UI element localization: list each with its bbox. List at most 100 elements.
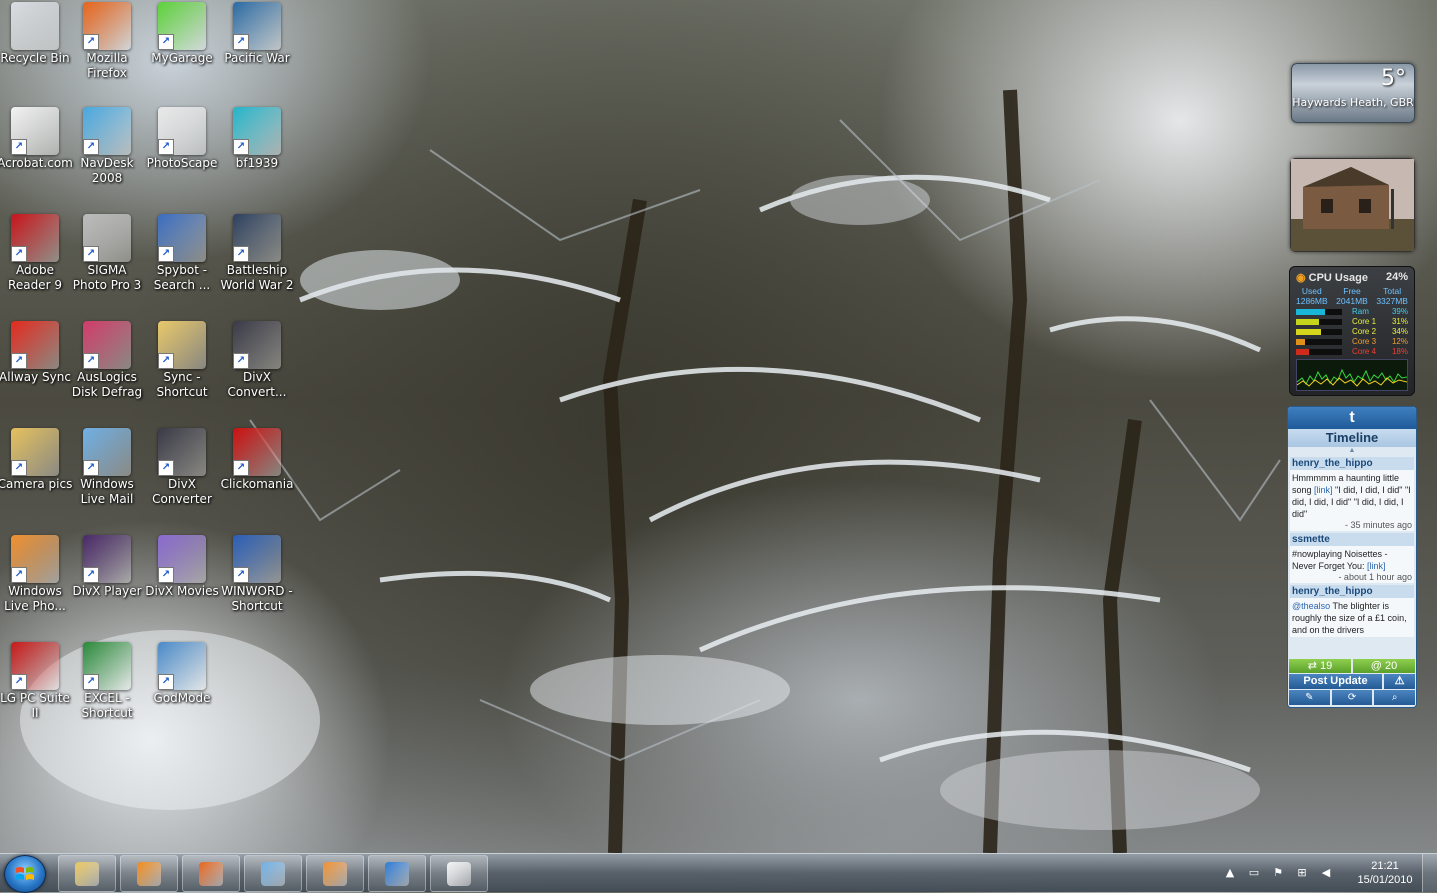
post-update-button[interactable]: Post Update bbox=[1289, 674, 1382, 689]
network-icon[interactable]: ⊞ bbox=[1295, 866, 1309, 880]
desktop-icon-disk-defrag[interactable]: ↗ AusLogics Disk Defrag bbox=[69, 319, 145, 400]
desktop-icon-battleship[interactable]: ↗ Pacific War bbox=[219, 0, 295, 66]
cpu-usage-gadget[interactable]: ◉ CPU Usage 24% Used 1286MB Free 2041MB To… bbox=[1289, 266, 1415, 396]
soldier-portrait-icon: ↗ bbox=[233, 107, 281, 155]
show-desktop-button[interactable] bbox=[1422, 854, 1437, 892]
desktop-icon-label: GodMode bbox=[153, 691, 211, 705]
desktop-icon-divx-converter[interactable]: ↗ DivX Converter bbox=[144, 426, 220, 507]
media-player-icon bbox=[137, 862, 161, 886]
desktop-icon-clickomania[interactable]: ↗ Clickomania bbox=[219, 426, 295, 492]
cpu-row-value: 34% bbox=[1391, 327, 1408, 336]
desktop-icon-folder[interactable]: ↗ Sync - Shortcut bbox=[144, 319, 220, 400]
lg-phone-icon: ↗ bbox=[11, 642, 59, 690]
desktop-icon-acrobat[interactable]: ↗ Acrobat.com bbox=[0, 105, 73, 171]
tweet-link[interactable]: [link] bbox=[1314, 485, 1333, 495]
reply-icon[interactable]: ✎ bbox=[1289, 690, 1330, 705]
shortcut-arrow-icon: ↗ bbox=[233, 353, 249, 369]
desktop-icon-lg-phone[interactable]: ↗ LG PC Suite II bbox=[0, 640, 73, 721]
taskbar-button-windows-live-mail[interactable] bbox=[244, 855, 302, 892]
admiral-portrait-icon: ↗ bbox=[233, 214, 281, 262]
system-tray: ▲ ▭ ⚑ ⊞ ◀ 21:21 15/01/2010 bbox=[1217, 854, 1437, 892]
scroll-up-icon[interactable]: ▲ bbox=[1288, 447, 1416, 455]
cpu-row-ram: Ram 39% bbox=[1296, 307, 1408, 317]
desktop-icon-spybot[interactable]: ↗ Spybot - Search ... bbox=[144, 212, 220, 293]
windows-logo-icon bbox=[16, 867, 34, 880]
slideshow-barn-photo bbox=[1291, 159, 1414, 251]
taskbar-button-explorer[interactable] bbox=[58, 855, 116, 892]
taskbar-button-internet-explorer[interactable] bbox=[368, 855, 426, 892]
cpu-row-core-3: Core 3 12% bbox=[1296, 337, 1408, 347]
tweet-username[interactable]: henry_the_hippo bbox=[1290, 457, 1414, 470]
cpu-row-value: 39% bbox=[1391, 307, 1408, 316]
taskbar-button-solitaire[interactable] bbox=[430, 855, 488, 892]
desktop-icon-play[interactable]: ↗ DivX Player bbox=[69, 533, 145, 599]
desktop-icon-mail[interactable]: ↗ Windows Live Mail bbox=[69, 426, 145, 507]
desktop-icon-label: Battleship World War 2 bbox=[220, 263, 294, 292]
desktop-icon-divx-movies[interactable]: ↗ DivX Movies bbox=[144, 533, 220, 599]
divx-movies-icon: ↗ bbox=[158, 535, 206, 583]
shortcut-arrow-icon: ↗ bbox=[233, 460, 249, 476]
clickomania-icon: ↗ bbox=[233, 428, 281, 476]
tweet-link[interactable]: [link] bbox=[1367, 561, 1386, 571]
tweet-item[interactable]: henry_the_hippo Hmmmmm a haunting little … bbox=[1290, 457, 1414, 531]
desktop-icon-folder[interactable]: ↗ Camera pics bbox=[0, 426, 73, 492]
desktop-icon-navdesk[interactable]: ↗ NavDesk 2008 bbox=[69, 105, 145, 186]
shortcut-arrow-icon: ↗ bbox=[233, 246, 249, 262]
taskbar-button-firefox[interactable] bbox=[182, 855, 240, 892]
twitter-gadget[interactable]: t Timeline ▲ henry_the_hippo Hmmmmm a hau… bbox=[1287, 406, 1417, 708]
clock-date: 15/01/2010 bbox=[1357, 874, 1413, 886]
navdesk-icon: ↗ bbox=[83, 107, 131, 155]
network-adapter-icon[interactable]: ▭ bbox=[1247, 866, 1261, 880]
desktop-icon-label: DivX Movies bbox=[145, 584, 219, 598]
desktop-icon-divx-converter[interactable]: ↗ DivX Convert... bbox=[219, 319, 295, 400]
start-button[interactable] bbox=[4, 855, 46, 893]
twitter-logo-icon: t bbox=[1288, 407, 1416, 429]
desktop-icon-soldier-portrait[interactable]: ↗ bf1939 bbox=[219, 105, 295, 171]
desktop-icon-photoscape[interactable]: ↗ PhotoScape bbox=[144, 105, 220, 171]
mentions-count-button[interactable]: @ 20 bbox=[1353, 659, 1415, 673]
usage-bar-fill bbox=[1296, 339, 1305, 345]
cpu-total-percent: 24% bbox=[1385, 271, 1408, 283]
retweet-count-button[interactable]: ⇄ 19 bbox=[1289, 659, 1351, 673]
usage-bar bbox=[1296, 309, 1342, 315]
shortcut-arrow-icon: ↗ bbox=[83, 674, 99, 690]
internet-explorer-icon bbox=[385, 862, 409, 886]
tweet-username[interactable]: henry_the_hippo bbox=[1290, 585, 1414, 598]
desktop-icon-firefox[interactable]: ↗ Mozilla Firefox bbox=[69, 0, 145, 81]
weather-gadget[interactable]: 5° Haywards Heath, GBR bbox=[1291, 63, 1415, 123]
tweet-item[interactable]: ssmette #nowplaying Noisettes - Never For… bbox=[1290, 533, 1414, 583]
desktop-icon-recycle-bin[interactable]: Recycle Bin bbox=[0, 0, 73, 66]
clock[interactable]: 21:21 15/01/2010 bbox=[1355, 859, 1415, 887]
volume-icon[interactable]: ◀ bbox=[1319, 866, 1333, 880]
tweet-item[interactable]: henry_the_hippo @thealso The blighter is … bbox=[1290, 585, 1414, 637]
free-label: Free bbox=[1343, 286, 1361, 296]
desktop-icon-word[interactable]: ↗ WINWORD - Shortcut bbox=[219, 533, 295, 614]
desktop-icon-label: Windows Live Pho... bbox=[4, 584, 66, 613]
action-center-flag-icon[interactable]: ⚑ bbox=[1271, 866, 1285, 880]
tweet-username[interactable]: ssmette bbox=[1290, 533, 1414, 546]
desktop-icon-control-panel[interactable]: ↗ GodMode bbox=[144, 640, 220, 706]
refresh-icon[interactable]: ⟳ bbox=[1331, 690, 1373, 705]
desktop-icon-adobe-reader[interactable]: ↗ Adobe Reader 9 bbox=[0, 212, 73, 293]
cpu-title: CPU Usage bbox=[1308, 272, 1368, 284]
desktop-icon-excel[interactable]: ↗ EXCEL - Shortcut bbox=[69, 640, 145, 721]
slideshow-gadget[interactable] bbox=[1290, 158, 1415, 252]
cpu-history-graph bbox=[1296, 359, 1408, 391]
search-icon[interactable]: ⌕ bbox=[1374, 690, 1416, 705]
warning-icon[interactable]: ⚠ bbox=[1384, 674, 1415, 689]
desktop-icon-allway-sync[interactable]: ↗ Allway Sync bbox=[0, 319, 73, 385]
desktop-icon-photo-gallery[interactable]: ↗ Windows Live Pho... bbox=[0, 533, 73, 614]
cpu-row-name: Ram bbox=[1352, 307, 1369, 316]
weather-location: Haywards Heath, GBR bbox=[1292, 96, 1414, 109]
total-value: 3327MB bbox=[1376, 296, 1408, 306]
desktop-icon-label: MyGarage bbox=[151, 51, 213, 65]
desktop-icon-car[interactable]: ↗ MyGarage bbox=[144, 0, 220, 66]
tweet-link[interactable]: @thealso bbox=[1292, 601, 1330, 611]
taskbar-button-media-player[interactable] bbox=[120, 855, 178, 892]
camera-icon: ↗ bbox=[83, 214, 131, 262]
desktop-icon-admiral-portrait[interactable]: ↗ Battleship World War 2 bbox=[219, 212, 295, 293]
show-hidden-icons-icon[interactable]: ▲ bbox=[1223, 866, 1237, 880]
taskbar-button-photo-gallery[interactable] bbox=[306, 855, 364, 892]
desktop-icon-camera[interactable]: ↗ SIGMA Photo Pro 3 bbox=[69, 212, 145, 293]
photo-gallery-icon bbox=[323, 862, 347, 886]
